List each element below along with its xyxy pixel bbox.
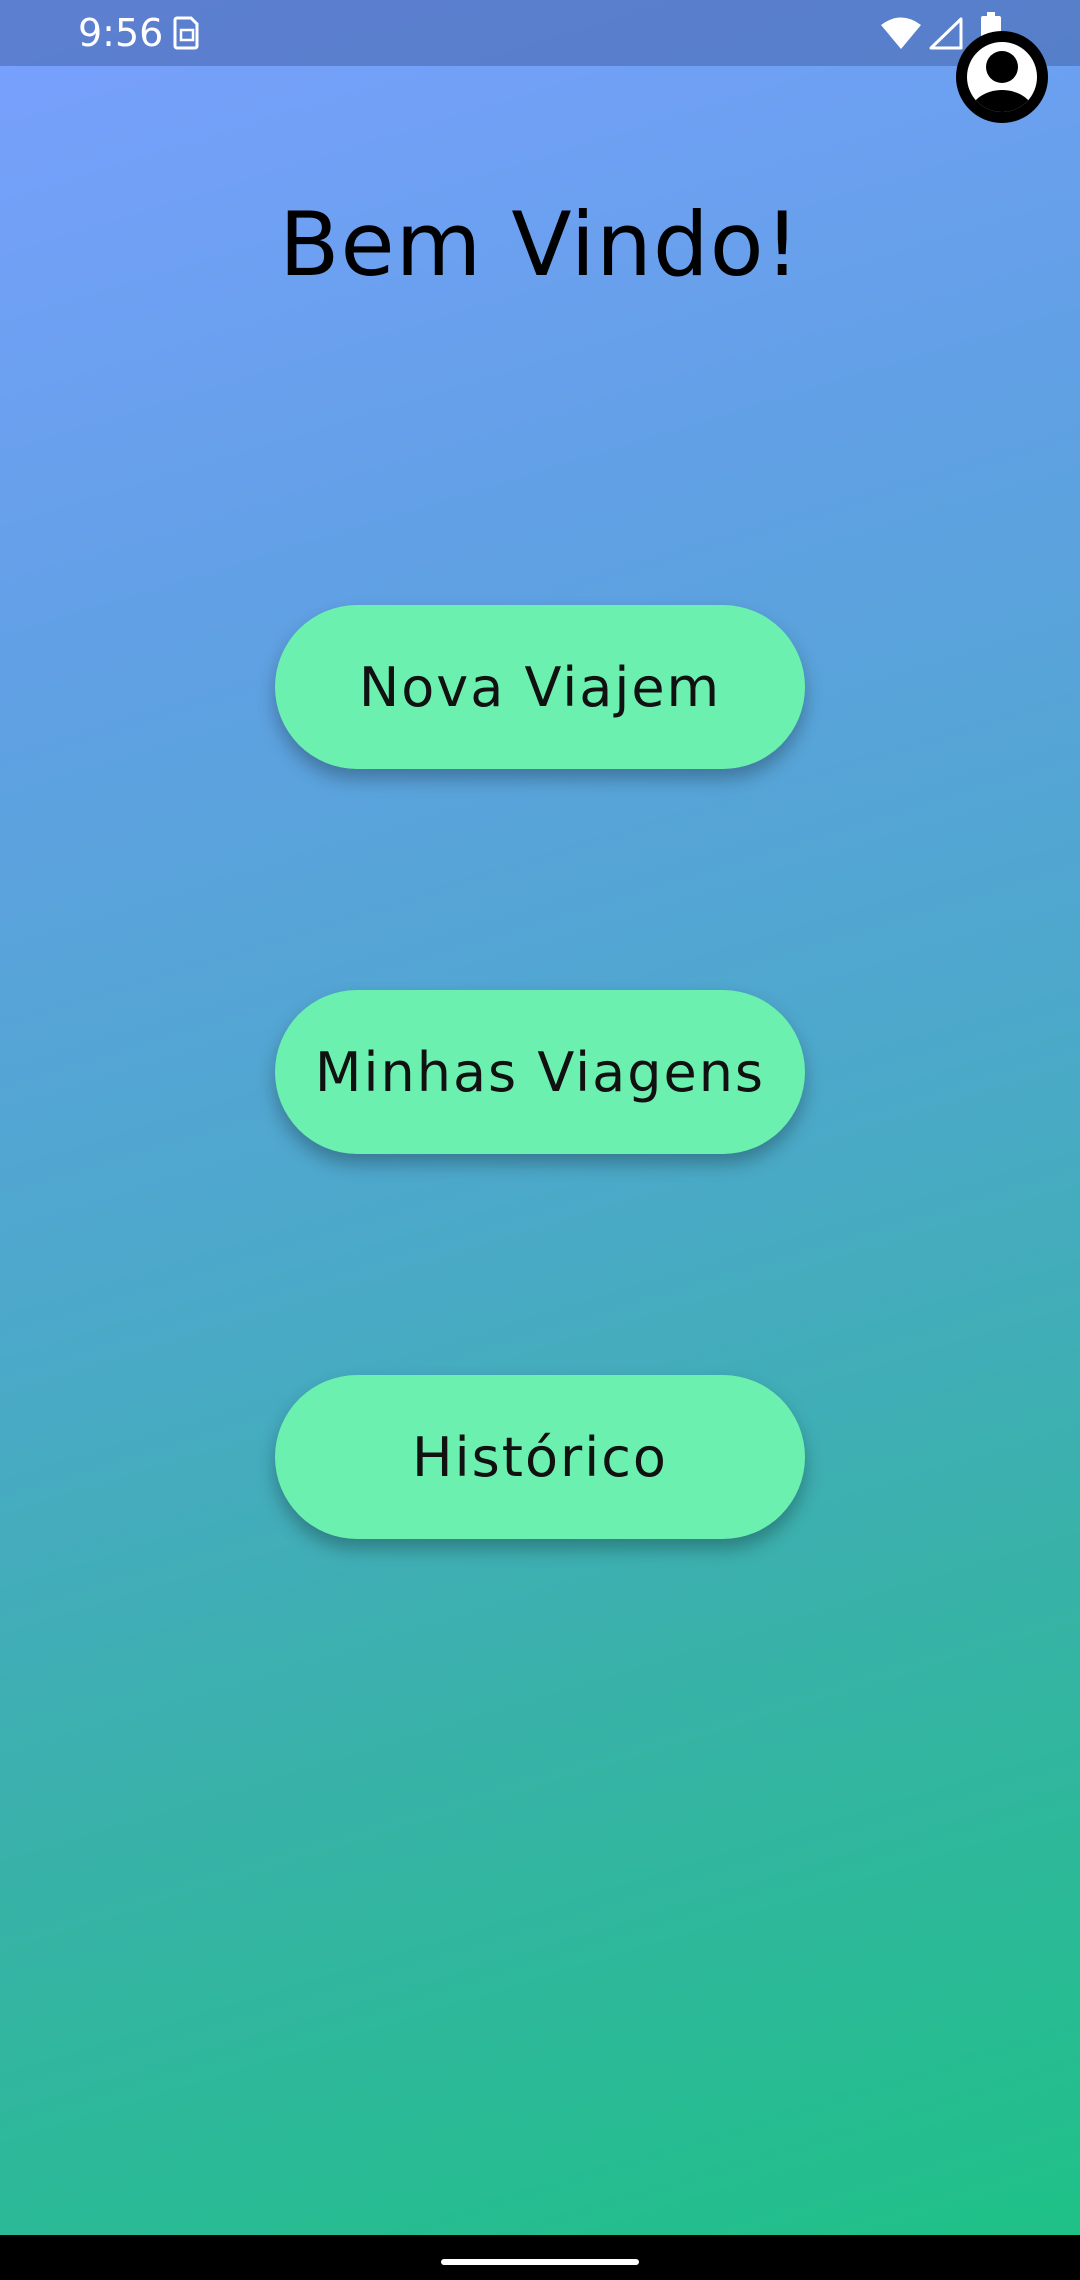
nova-viajem-button[interactable]: Nova Viajem [275,605,805,769]
profile-button[interactable] [955,30,1049,124]
wifi-icon [881,17,921,49]
account-circle-icon [956,31,1048,123]
status-bar: 9:56 [0,0,1080,66]
minhas-viagens-button[interactable]: Minhas Viagens [275,990,805,1154]
home-gesture-handle[interactable] [441,2259,639,2265]
home-screen: 9:56 Bem Vindo! Nova Viajem Minhas Viage… [0,0,1080,2280]
sim-card-icon [173,16,199,50]
page-title: Bem Vindo! [279,193,801,296]
historico-button[interactable]: Histórico [275,1375,805,1539]
navigation-bar [0,2235,1080,2280]
status-time: 9:56 [78,11,164,55]
